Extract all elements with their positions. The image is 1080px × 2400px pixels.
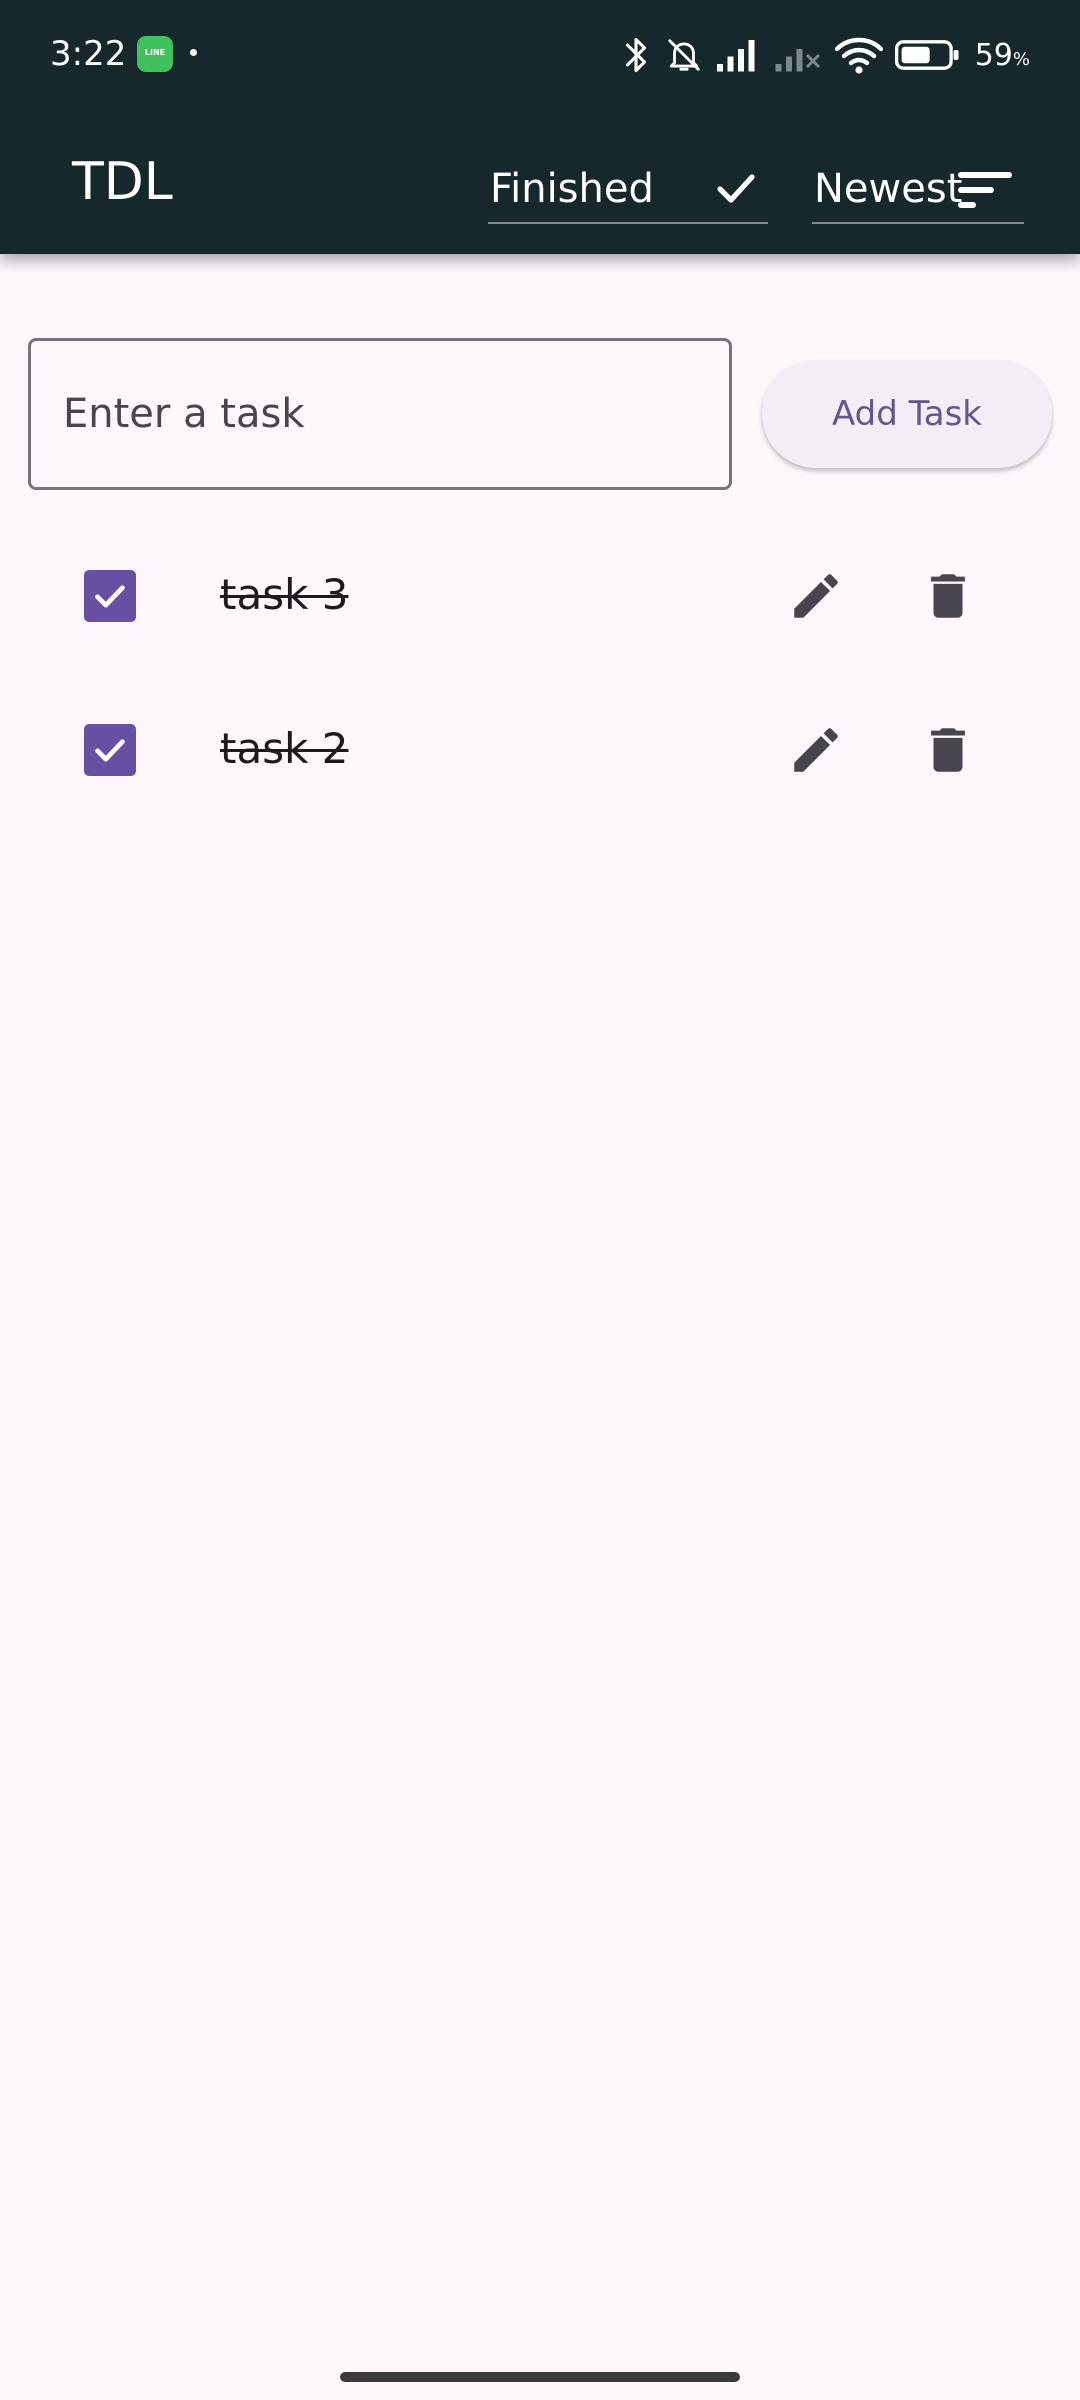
wifi-icon: [834, 33, 883, 77]
task-row: task 3: [0, 526, 1080, 666]
sort-icon: [958, 170, 1014, 214]
home-indicator[interactable]: [340, 2372, 740, 2382]
signal-icon: [715, 33, 761, 77]
delete-button[interactable]: [912, 560, 984, 632]
edit-button[interactable]: [780, 714, 852, 786]
filter-dropdown-label: Finished: [490, 166, 654, 212]
delete-button[interactable]: [912, 714, 984, 786]
checkmark-icon: [95, 739, 125, 762]
task-row: task 2: [0, 680, 1080, 820]
task-text: task 2: [220, 724, 349, 773]
trash-icon: [931, 728, 965, 772]
battery-percent: 59%: [974, 37, 1030, 73]
check-icon: [708, 164, 764, 216]
bell-off-icon: [665, 33, 703, 77]
app-bar: TDL Finished Newest: [0, 110, 1080, 254]
edit-button[interactable]: [780, 560, 852, 632]
task-input-field[interactable]: [28, 338, 732, 490]
task-text: task 3: [220, 570, 349, 619]
bluetooth-icon: [619, 33, 653, 77]
trash-icon: [931, 574, 965, 618]
signal-off-icon: [773, 33, 823, 77]
sort-dropdown-label: Newest: [814, 166, 963, 212]
line-icon-label: LINE: [144, 48, 166, 57]
status-time: 3:22: [50, 34, 127, 74]
sort-dropdown[interactable]: Newest: [812, 150, 1024, 224]
add-task-button[interactable]: Add Task: [762, 360, 1052, 468]
checkmark-icon: [95, 585, 125, 608]
task-checkbox[interactable]: [84, 724, 136, 776]
notification-dot-icon: [190, 49, 197, 56]
pencil-icon: [794, 574, 838, 618]
status-icons: 59%: [619, 30, 1030, 80]
task-input[interactable]: [31, 341, 729, 487]
line-icon: LINE: [137, 36, 173, 72]
filter-dropdown[interactable]: Finished: [488, 150, 768, 224]
battery-icon: [894, 33, 961, 77]
task-checkbox[interactable]: [84, 570, 136, 622]
app-title: TDL: [72, 152, 173, 212]
top-bar: 3:22 LINE 59% TDL Finished Newest: [0, 0, 1080, 254]
status-bar: 3:22 LINE 59%: [0, 0, 1080, 110]
pencil-icon: [794, 728, 838, 772]
